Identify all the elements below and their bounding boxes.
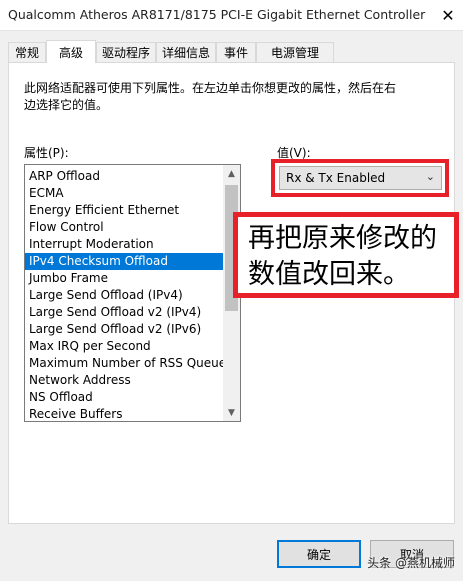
list-item[interactable]: Jumbo Frame <box>25 270 223 287</box>
list-item[interactable]: ARP Offload <box>25 168 223 185</box>
watermark: 头条 @燕机械师 <box>367 556 455 570</box>
list-item[interactable]: Large Send Offload v2 (IPv4) <box>25 304 223 321</box>
tab-advanced[interactable]: 高级 <box>46 40 96 63</box>
list-item[interactable]: Max IRQ per Second <box>25 338 223 355</box>
list-item[interactable]: Large Send Offload (IPv4) <box>25 287 223 304</box>
dropdown-selected-value: Rx & Tx Enabled <box>286 171 386 185</box>
chevron-down-icon[interactable]: ⌄ <box>426 170 435 183</box>
list-item[interactable]: Interrupt Moderation <box>25 236 223 253</box>
property-label: 属性(P): <box>24 146 69 160</box>
description-text: 此网络适配器可使用下列属性。在左边单击你想更改的属性，然后在右 边选择它的值。 <box>24 80 414 114</box>
list-item[interactable]: Energy Efficient Ethernet <box>25 202 223 219</box>
list-item[interactable]: Maximum Number of RSS Queue <box>25 355 223 372</box>
ok-button[interactable]: 确定 <box>277 540 361 568</box>
tab-general[interactable]: 常规 <box>8 42 46 62</box>
title-bar: Qualcomm Atheros AR8171/8175 PCI-E Gigab… <box>0 0 463 31</box>
window-title: Qualcomm Atheros AR8171/8175 PCI-E Gigab… <box>8 7 428 22</box>
list-item[interactable]: Receive Buffers <box>25 406 223 421</box>
tab-events[interactable]: 事件 <box>216 42 256 62</box>
tab-driver[interactable]: 驱动程序 <box>96 42 156 62</box>
property-listbox[interactable]: ARP Offload ECMA Energy Efficient Ethernet… <box>24 164 241 422</box>
value-dropdown[interactable]: Rx & Tx Enabled ⌄ <box>279 166 442 190</box>
list-item[interactable]: ECMA <box>25 185 223 202</box>
property-list: ARP Offload ECMA Energy Efficient Ethernet… <box>25 168 223 421</box>
list-item[interactable]: Flow Control <box>25 219 223 236</box>
annotation-line-2: 数值改回来。 <box>248 259 410 290</box>
list-item[interactable]: NS Offload <box>25 389 223 406</box>
annotation-line-1: 再把原来修改的 <box>248 223 437 254</box>
description-line-1: 此网络适配器可使用下列属性。在左边单击你想更改的属性，然后在右 <box>24 81 397 95</box>
scroll-up-icon[interactable]: ▲ <box>223 165 240 182</box>
tab-power-management[interactable]: 电源管理 <box>256 42 334 62</box>
tab-details[interactable]: 详细信息 <box>156 42 216 62</box>
list-item[interactable]: IPv4 Checksum Offload <box>25 253 223 270</box>
close-icon[interactable]: ✕ <box>433 0 463 30</box>
scroll-down-icon[interactable]: ▼ <box>223 404 240 421</box>
list-item[interactable]: Network Address <box>25 372 223 389</box>
description-line-2: 边选择它的值。 <box>24 98 109 112</box>
annotation-callout: 再把原来修改的 数值改回来。 <box>233 212 459 298</box>
list-item[interactable]: Large Send Offload v2 (IPv6) <box>25 321 223 338</box>
